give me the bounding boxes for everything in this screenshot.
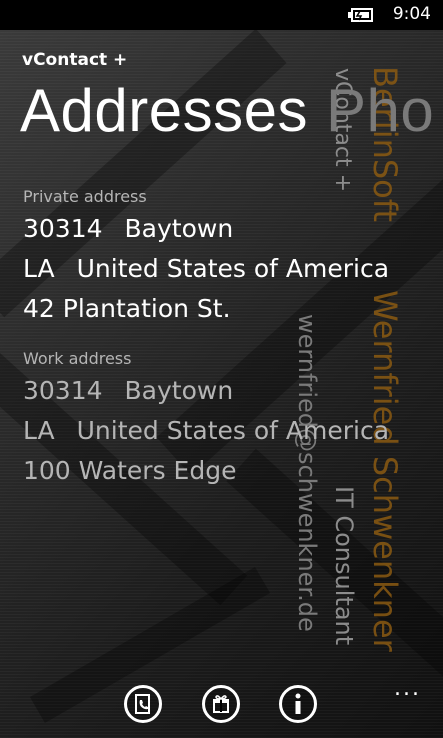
work-address-label: Work address — [23, 349, 132, 368]
pivot-header[interactable]: Addresses Pho — [20, 76, 434, 145]
work-address-country-line: LA United States of America — [23, 416, 389, 445]
battery-charging-icon — [348, 8, 373, 22]
work-street: 100 Waters Edge — [23, 456, 237, 485]
contact-card-button[interactable] — [124, 685, 162, 723]
work-state: LA — [23, 416, 55, 445]
private-address-label: Private address — [23, 187, 147, 206]
work-country: United States of America — [76, 416, 390, 445]
info-button[interactable] — [279, 685, 317, 723]
work-address-city-line: 30314 Baytown — [23, 376, 233, 405]
background-name-text: Wernfried Schwenkner — [366, 290, 404, 652]
private-street: 42 Plantation St. — [23, 294, 231, 323]
private-state: LA — [23, 254, 55, 283]
status-time: 9:04 — [392, 4, 431, 24]
status-bar: 9:04 — [0, 0, 443, 30]
gift-button[interactable] — [202, 685, 240, 723]
background-email-text: wernfried@schwenkner.de — [293, 314, 321, 632]
private-address-city-line: 30314 Baytown — [23, 214, 233, 243]
background-jobtitle-text: IT Consultant — [330, 486, 358, 646]
pivot-next-title[interactable]: Pho — [326, 77, 434, 144]
info-icon — [295, 693, 301, 714]
private-address-country-line: LA United States of America — [23, 254, 389, 283]
private-country: United States of America — [76, 254, 390, 283]
contact-card-icon — [135, 694, 150, 714]
work-zip: 30314 — [23, 376, 103, 405]
app-title: vContact + — [22, 50, 128, 70]
private-zip: 30314 — [23, 214, 103, 243]
work-city: Baytown — [124, 376, 234, 405]
more-menu-button[interactable]: ... — [394, 676, 421, 701]
private-city: Baytown — [124, 214, 234, 243]
gift-icon — [213, 695, 229, 713]
pivot-current-title[interactable]: Addresses — [20, 77, 308, 144]
